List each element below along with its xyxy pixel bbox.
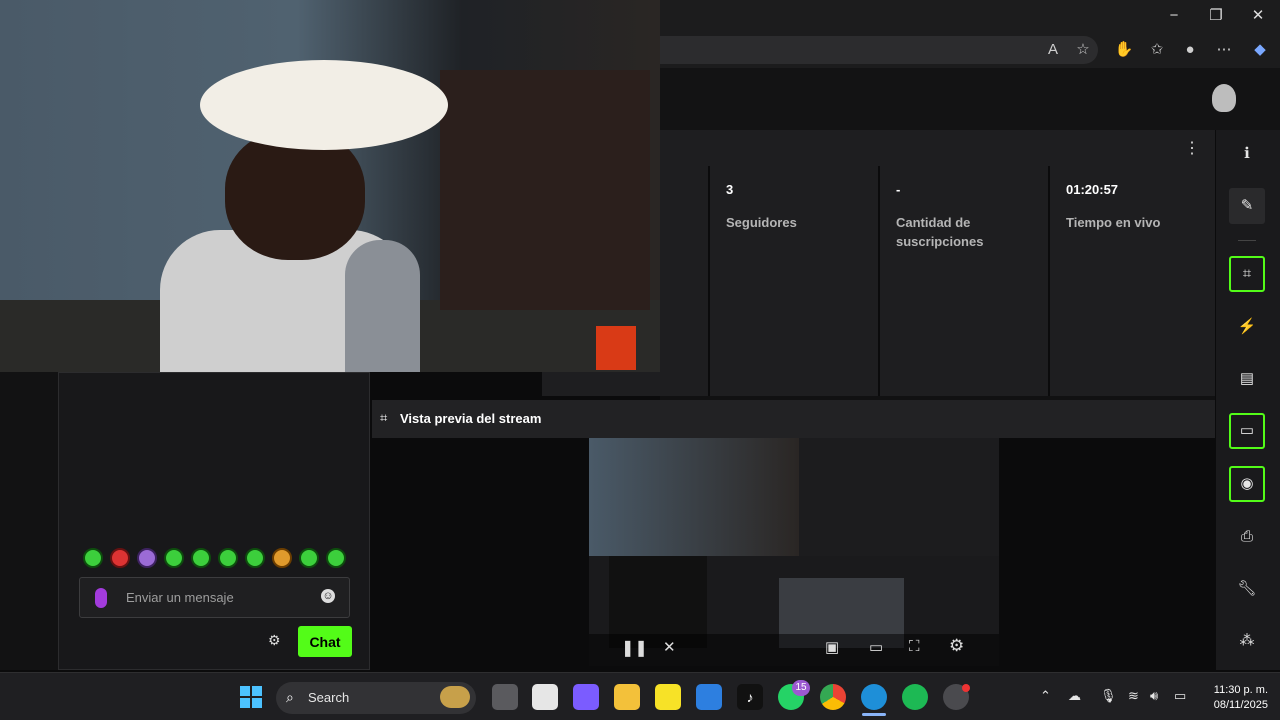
clock-time: 11:30 p. m. xyxy=(1213,684,1268,696)
emote-7[interactable] xyxy=(245,548,265,568)
mail-icon[interactable] xyxy=(696,684,722,710)
bolt-icon[interactable]: ⚡ xyxy=(1229,309,1265,345)
webcam-overlay xyxy=(0,0,660,372)
note-icon[interactable]: ▤ xyxy=(1229,361,1265,397)
preview-dashboard-thumb xyxy=(799,438,999,556)
stream-preview-video[interactable]: ❚❚ ✕ ▣ ▭ ⛶ ⚙ xyxy=(589,438,999,666)
stats-header xyxy=(660,130,1215,166)
clothes-rack xyxy=(440,70,650,310)
subscriptions-value: - xyxy=(896,182,901,197)
live-time-value: 01:20:57 xyxy=(1066,182,1119,197)
minimize-button[interactable]: − xyxy=(1160,4,1188,28)
badge-icon[interactable] xyxy=(95,588,107,608)
search-label: Search xyxy=(308,690,350,705)
rail-divider xyxy=(1238,240,1256,241)
volume-icon[interactable]: 🔊︎ xyxy=(1150,688,1158,704)
followers-value: 3 xyxy=(726,182,734,197)
wifi-icon[interactable]: ≋ xyxy=(1128,688,1139,704)
favorites-bar-icon[interactable]: ✩ xyxy=(1145,38,1169,62)
page-header xyxy=(660,68,1280,130)
chat-placeholder: Enviar un mensaje xyxy=(126,590,234,605)
active-app-indicator xyxy=(862,713,886,716)
pip-icon[interactable]: ▣ xyxy=(825,638,839,656)
subscriptions-label: Cantidad de suscripciones xyxy=(896,215,984,249)
mute-icon[interactable]: ✕ xyxy=(663,638,676,656)
wrench-icon[interactable]: 🔧︎ xyxy=(1229,571,1265,607)
chat-bubble-icon[interactable]: ▭ xyxy=(1229,413,1265,449)
cloud-icon[interactable]: ☁ xyxy=(1068,688,1081,704)
notification-dot xyxy=(962,684,970,692)
stat-card-subscriptions: - Cantidad de suscripciones xyxy=(878,166,1048,396)
search-highlight-icon[interactable] xyxy=(440,686,470,708)
preview-webcam-thumb xyxy=(589,438,799,556)
battery-icon[interactable]: ▭ xyxy=(1174,688,1186,704)
clock-date: 08/11/2025 xyxy=(1213,699,1268,711)
emote-10[interactable] xyxy=(326,548,346,568)
file-explorer-icon[interactable] xyxy=(614,684,640,710)
pause-icon[interactable]: ❚❚ xyxy=(621,638,648,658)
extensions-icon[interactable]: ✋ xyxy=(1112,38,1136,62)
chat-settings-icon[interactable]: ⚙ xyxy=(268,632,281,649)
emote-1[interactable] xyxy=(83,548,103,568)
pen-icon[interactable]: ✎ xyxy=(1229,188,1265,224)
emoji-icon[interactable]: ☺ xyxy=(321,589,335,603)
camera-focus-icon[interactable]: ⌗ xyxy=(1229,256,1265,292)
mic-icon[interactable]: 🎙︎ xyxy=(1100,688,1117,704)
emote-2[interactable] xyxy=(110,548,130,568)
emote-8[interactable] xyxy=(272,548,292,568)
info-icon[interactable]: ℹ xyxy=(1229,136,1265,172)
left-strip xyxy=(0,372,58,670)
task-view-icon[interactable] xyxy=(492,684,518,710)
tiktok-icon[interactable]: ♪ xyxy=(737,684,763,710)
player-controls xyxy=(589,634,999,666)
red-cup xyxy=(596,326,636,370)
emote-4[interactable] xyxy=(164,548,184,568)
live-time-label: Tiempo en vivo xyxy=(1066,215,1161,230)
preview-title: Vista previa del stream xyxy=(400,411,542,426)
whatsapp-badge: 15 xyxy=(792,680,810,696)
avatar[interactable] xyxy=(1212,84,1236,112)
copilot-app-icon[interactable] xyxy=(573,684,599,710)
start-icon[interactable] xyxy=(240,686,262,708)
spotify-icon[interactable] xyxy=(902,684,928,710)
more-icon[interactable]: ⋯ xyxy=(1212,38,1236,62)
settings-icon[interactable]: ⚙ xyxy=(949,636,964,656)
emote-5[interactable] xyxy=(191,548,211,568)
chrome-icon[interactable] xyxy=(820,684,846,710)
address-bar[interactable] xyxy=(660,36,1098,64)
chat-send-button[interactable]: Chat xyxy=(298,626,352,657)
taskbar xyxy=(0,672,1280,720)
cowboy-hat xyxy=(200,60,448,150)
edge-icon[interactable] xyxy=(861,684,887,710)
tray-chevron-icon[interactable]: ⌃ xyxy=(1040,688,1051,704)
fullscreen-icon[interactable]: ⛶ xyxy=(909,638,920,655)
broadcast-icon[interactable]: ◉ xyxy=(1229,466,1265,502)
theater-icon[interactable]: ▭ xyxy=(869,638,883,656)
taskbar-clock[interactable]: 11:30 p. m. 08/11/2025 xyxy=(1196,683,1268,713)
apps-icon[interactable]: ⁂ xyxy=(1229,623,1265,659)
widgets-icon[interactable] xyxy=(532,684,558,710)
copilot-icon[interactable]: ◆ xyxy=(1248,38,1272,62)
read-aloud-icon[interactable]: A xyxy=(1041,38,1065,62)
emote-6[interactable] xyxy=(218,548,238,568)
search-icon: ⌕ xyxy=(286,689,294,705)
favorite-icon[interactable]: ☆ xyxy=(1071,38,1095,62)
stat-card-live-time: 01:20:57 Tiempo en vivo xyxy=(1048,166,1215,396)
sticky-notes-icon[interactable] xyxy=(655,684,681,710)
stats-menu-icon[interactable]: ⋮ xyxy=(1184,138,1200,158)
person-head xyxy=(225,130,365,260)
close-button[interactable]: ✕ xyxy=(1244,4,1272,28)
emote-9[interactable] xyxy=(299,548,319,568)
emote-3[interactable] xyxy=(137,548,157,568)
printer-icon[interactable]: ⎙ xyxy=(1229,519,1265,555)
followers-label: Seguidores xyxy=(726,215,797,230)
stat-card-followers: 3 Seguidores xyxy=(708,166,878,396)
profile-icon[interactable]: ● xyxy=(1178,38,1202,62)
microphone xyxy=(345,240,420,372)
maximize-button[interactable]: ❐ xyxy=(1202,4,1230,28)
preview-icon: ⌗ xyxy=(380,410,388,425)
